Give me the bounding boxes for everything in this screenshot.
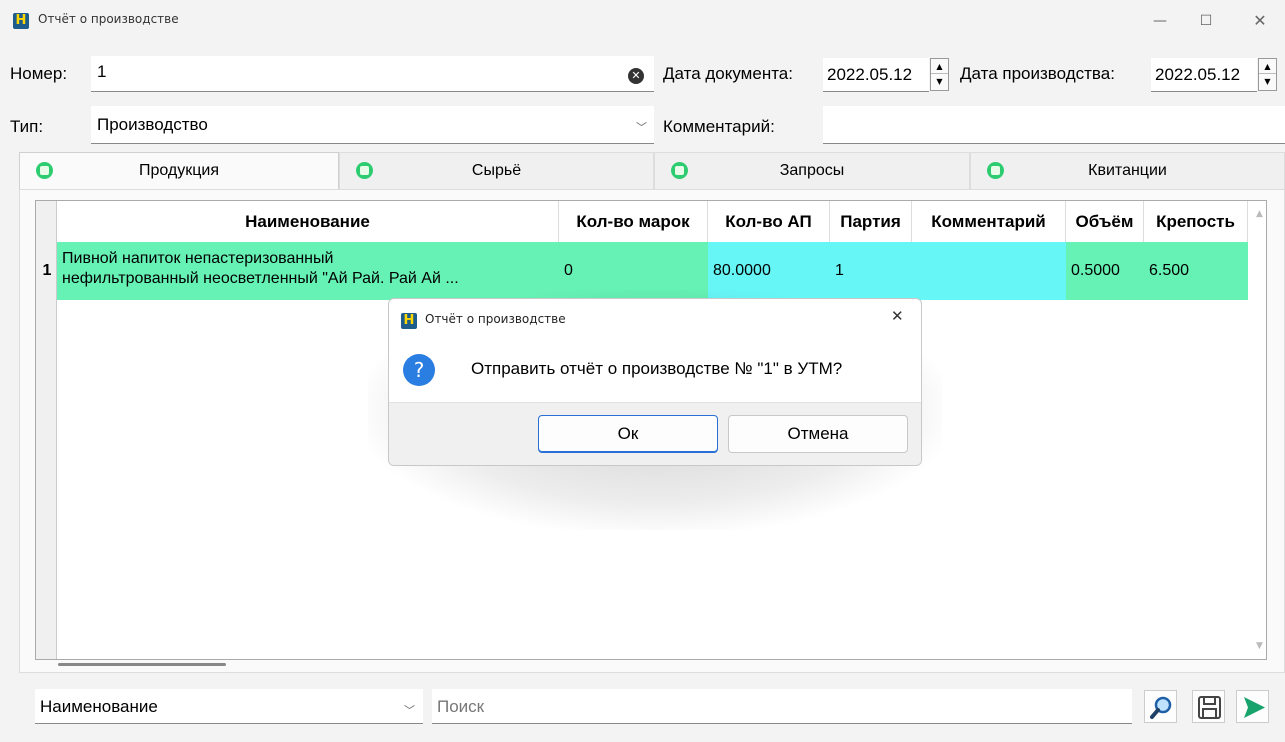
title-bar: H Отчёт о производстве — ☐ ✕ xyxy=(0,0,1285,44)
column-header-strength[interactable]: Крепость xyxy=(1144,201,1248,242)
tab-requests[interactable]: Запросы xyxy=(654,152,970,189)
column-header-marks[interactable]: Кол-во марок xyxy=(559,201,708,242)
scroll-up-icon[interactable]: ▲ xyxy=(1256,209,1263,219)
dialog-title: Отчёт о производстве xyxy=(425,312,566,326)
cancel-button[interactable]: Отмена xyxy=(728,415,908,453)
close-window-button[interactable]: ✕ xyxy=(1237,6,1283,36)
doc-date-input[interactable]: 2022.05.12 xyxy=(823,58,929,92)
dialog-message: Отправить отчёт о производстве № "1" в У… xyxy=(471,359,843,378)
chevron-up-icon[interactable]: ▲ xyxy=(931,59,948,74)
tab-raw-materials[interactable]: Сырьё xyxy=(339,152,654,189)
confirm-dialog: H Отчёт о производстве ✕ ? Отправить отч… xyxy=(388,298,922,466)
column-header-name[interactable]: Наименование xyxy=(57,201,559,242)
doc-date-spinner[interactable]: ▲ ▼ xyxy=(930,58,949,91)
send-button[interactable] xyxy=(1236,690,1269,723)
row-number[interactable]: 1 xyxy=(38,242,56,300)
chevron-down-icon[interactable]: ﹀ xyxy=(404,702,415,718)
chevron-down-icon[interactable]: ▼ xyxy=(931,74,948,89)
chevron-up-icon[interactable]: ▲ xyxy=(1259,59,1276,74)
number-label: Номер: xyxy=(10,64,68,83)
search-button[interactable] xyxy=(1144,690,1177,723)
ok-button[interactable]: Ок xyxy=(538,415,718,453)
tab-products[interactable]: Продукция xyxy=(19,152,339,190)
production-date-label: Дата производства: xyxy=(960,64,1115,83)
tab-label: Сырьё xyxy=(471,162,522,179)
column-header-ap[interactable]: Кол-во АП xyxy=(708,201,830,242)
search-input[interactable]: Поиск xyxy=(432,689,1132,724)
production-date-spinner[interactable]: ▲ ▼ xyxy=(1258,58,1277,91)
question-icon: ? xyxy=(403,354,435,386)
column-header-comment[interactable]: Комментарий xyxy=(912,201,1066,242)
chevron-down-icon[interactable]: ﹀ xyxy=(636,119,647,135)
tab-label: Запросы xyxy=(779,162,845,179)
cell-volume[interactable]: 0.5000 xyxy=(1066,242,1144,300)
column-header-batch[interactable]: Партия xyxy=(830,201,912,242)
clear-icon[interactable]: ✕ xyxy=(628,68,644,84)
maximize-button[interactable]: ☐ xyxy=(1183,6,1229,36)
search-field-select[interactable]: Наименование xyxy=(35,689,423,724)
chevron-down-icon[interactable]: ▼ xyxy=(1259,74,1276,89)
floppy-disk-icon xyxy=(1198,696,1221,719)
dialog-close-button[interactable]: ✕ xyxy=(891,307,904,325)
scroll-down-icon[interactable]: ▼ xyxy=(1256,641,1263,651)
tab-bar: Продукция Сырьё Запросы Квитанции xyxy=(19,152,1285,190)
production-date-input[interactable]: 2022.05.12 xyxy=(1151,58,1257,92)
magnifier-icon xyxy=(1150,696,1172,719)
dialog-footer: Ок Отмена xyxy=(389,402,921,465)
comment-label: Комментарий: xyxy=(663,117,775,136)
number-input[interactable]: 1 xyxy=(91,56,654,92)
type-label: Тип: xyxy=(10,117,44,136)
doc-date-label: Дата документа: xyxy=(663,64,793,83)
cell-name-line: Пивной напиток непастеризованный xyxy=(62,250,334,267)
column-header-volume[interactable]: Объём xyxy=(1066,201,1144,242)
tab-label: Квитанции xyxy=(1088,162,1167,179)
cell-name-line: нефильтрованный неосветленный "Ай Рай. Р… xyxy=(62,270,459,287)
send-arrow-icon xyxy=(1244,697,1265,718)
tab-receipts[interactable]: Квитанции xyxy=(970,152,1285,189)
tab-label: Продукция xyxy=(138,162,220,179)
cell-strength[interactable]: 6.500 xyxy=(1144,242,1248,300)
window-title: Отчёт о производстве xyxy=(38,12,179,26)
comment-input[interactable] xyxy=(823,106,1285,144)
horizontal-scrollbar[interactable] xyxy=(58,663,226,666)
save-button[interactable] xyxy=(1192,690,1225,723)
minimize-button[interactable]: — xyxy=(1137,6,1183,36)
app-logo-icon: H xyxy=(401,313,417,329)
app-logo-icon: H xyxy=(13,13,29,29)
type-select[interactable]: Производство xyxy=(91,106,654,144)
